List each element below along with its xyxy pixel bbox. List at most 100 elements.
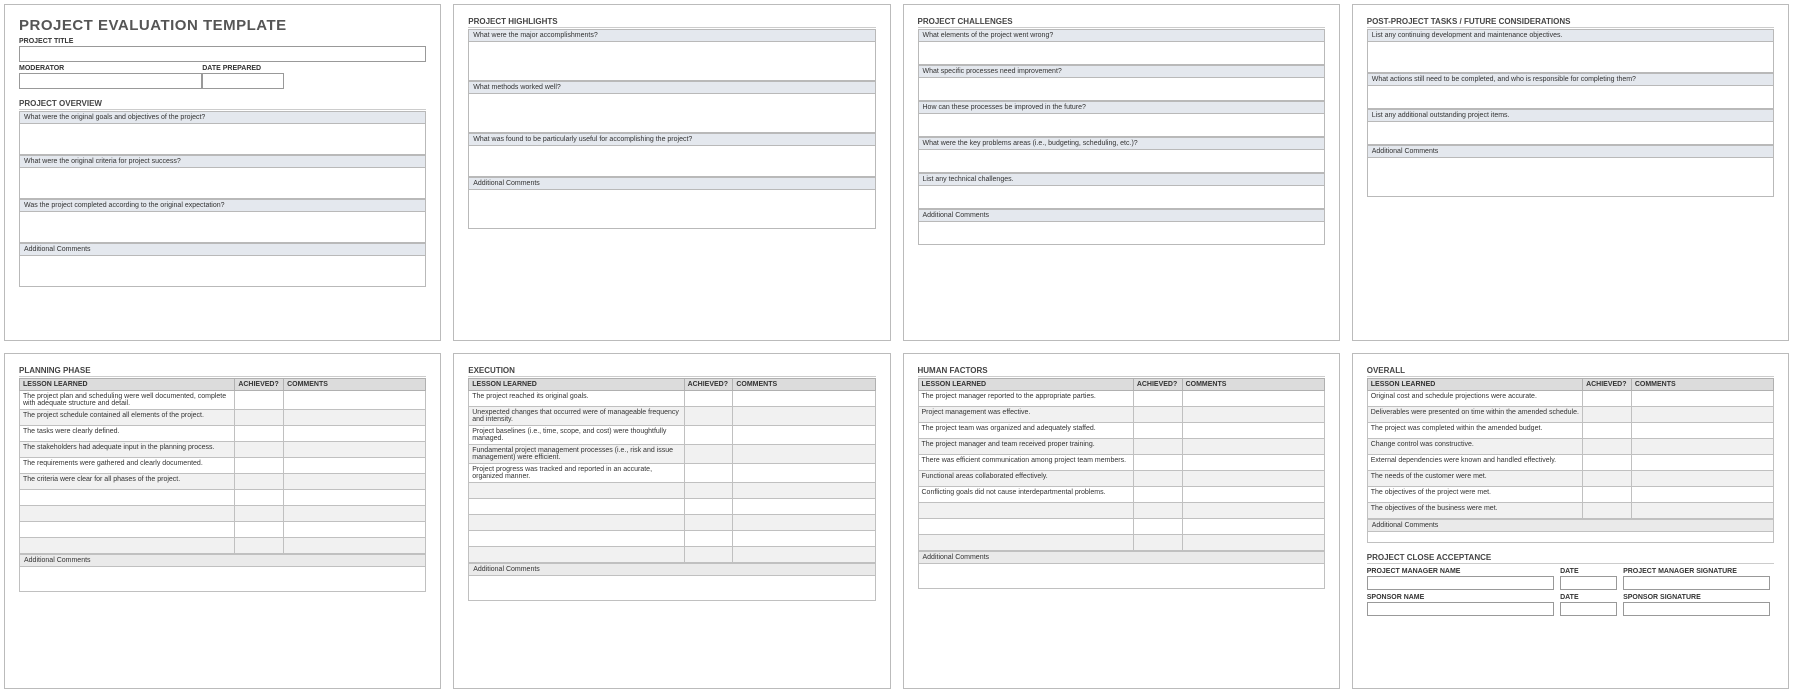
- challenges-q3-body[interactable]: [919, 114, 1324, 136]
- overview-q2-body[interactable]: [20, 168, 425, 198]
- achieved-cell[interactable]: [235, 441, 284, 457]
- moderator-input[interactable]: [19, 73, 202, 89]
- comments-cell[interactable]: [284, 425, 426, 441]
- project-title-input[interactable]: [19, 46, 426, 62]
- comments-cell[interactable]: [1182, 390, 1324, 406]
- achieved-cell[interactable]: [235, 390, 284, 409]
- comments-cell[interactable]: [284, 537, 426, 553]
- comments-cell[interactable]: [733, 463, 875, 482]
- comments-cell[interactable]: [733, 514, 875, 530]
- comments-cell[interactable]: [733, 406, 875, 425]
- comments-cell[interactable]: [284, 521, 426, 537]
- comments-cell[interactable]: [1631, 438, 1773, 454]
- highlights-q3-body[interactable]: [469, 146, 874, 176]
- comments-cell[interactable]: [1631, 486, 1773, 502]
- achieved-cell[interactable]: [1583, 422, 1632, 438]
- achieved-cell[interactable]: [1583, 406, 1632, 422]
- pm-name-input[interactable]: [1367, 576, 1554, 590]
- postproject-q1-body[interactable]: [1368, 42, 1773, 72]
- comments-cell[interactable]: [1182, 454, 1324, 470]
- comments-cell[interactable]: [733, 482, 875, 498]
- comments-cell[interactable]: [733, 390, 875, 406]
- achieved-cell[interactable]: [235, 457, 284, 473]
- overview-q1-body[interactable]: [20, 124, 425, 154]
- achieved-cell[interactable]: [684, 482, 733, 498]
- date-prepared-input[interactable]: [202, 73, 283, 89]
- achieved-cell[interactable]: [1133, 454, 1182, 470]
- comments-cell[interactable]: [733, 530, 875, 546]
- achieved-cell[interactable]: [1583, 502, 1632, 518]
- human-ac-body[interactable]: [918, 563, 1325, 589]
- comments-cell[interactable]: [284, 489, 426, 505]
- comments-cell[interactable]: [1631, 470, 1773, 486]
- comments-cell[interactable]: [284, 505, 426, 521]
- sponsor-sig-input[interactable]: [1623, 602, 1770, 616]
- challenges-q4-body[interactable]: [919, 150, 1324, 172]
- achieved-cell[interactable]: [1133, 534, 1182, 550]
- postproject-q2-body[interactable]: [1368, 86, 1773, 108]
- pm-sig-input[interactable]: [1623, 576, 1770, 590]
- pm-date-input[interactable]: [1560, 576, 1617, 590]
- overview-ac-body[interactable]: [20, 256, 425, 286]
- comments-cell[interactable]: [1182, 422, 1324, 438]
- comments-cell[interactable]: [1631, 454, 1773, 470]
- comments-cell[interactable]: [1631, 406, 1773, 422]
- overall-ac-body[interactable]: [1367, 531, 1774, 543]
- achieved-cell[interactable]: [1133, 518, 1182, 534]
- achieved-cell[interactable]: [235, 521, 284, 537]
- achieved-cell[interactable]: [1133, 422, 1182, 438]
- achieved-cell[interactable]: [235, 489, 284, 505]
- challenges-q5-body[interactable]: [919, 186, 1324, 208]
- comments-cell[interactable]: [1182, 438, 1324, 454]
- comments-cell[interactable]: [1182, 486, 1324, 502]
- postproject-ac-body[interactable]: [1368, 158, 1773, 196]
- achieved-cell[interactable]: [684, 530, 733, 546]
- comments-cell[interactable]: [1182, 406, 1324, 422]
- comments-cell[interactable]: [1631, 422, 1773, 438]
- achieved-cell[interactable]: [235, 505, 284, 521]
- achieved-cell[interactable]: [235, 425, 284, 441]
- comments-cell[interactable]: [284, 473, 426, 489]
- achieved-cell[interactable]: [235, 473, 284, 489]
- comments-cell[interactable]: [1631, 390, 1773, 406]
- highlights-ac-body[interactable]: [469, 190, 874, 228]
- highlights-q1-body[interactable]: [469, 42, 874, 80]
- challenges-q1-body[interactable]: [919, 42, 1324, 64]
- achieved-cell[interactable]: [1583, 470, 1632, 486]
- execution-ac-body[interactable]: [468, 575, 875, 601]
- comments-cell[interactable]: [733, 425, 875, 444]
- comments-cell[interactable]: [284, 457, 426, 473]
- comments-cell[interactable]: [284, 441, 426, 457]
- overview-q3-body[interactable]: [20, 212, 425, 242]
- achieved-cell[interactable]: [235, 537, 284, 553]
- comments-cell[interactable]: [1182, 534, 1324, 550]
- achieved-cell[interactable]: [1133, 390, 1182, 406]
- comments-cell[interactable]: [1182, 518, 1324, 534]
- achieved-cell[interactable]: [684, 425, 733, 444]
- achieved-cell[interactable]: [684, 444, 733, 463]
- achieved-cell[interactable]: [1133, 502, 1182, 518]
- comments-cell[interactable]: [1631, 502, 1773, 518]
- comments-cell[interactable]: [284, 409, 426, 425]
- achieved-cell[interactable]: [1583, 390, 1632, 406]
- achieved-cell[interactable]: [1583, 438, 1632, 454]
- comments-cell[interactable]: [733, 498, 875, 514]
- postproject-q3-body[interactable]: [1368, 122, 1773, 144]
- achieved-cell[interactable]: [684, 514, 733, 530]
- achieved-cell[interactable]: [684, 406, 733, 425]
- achieved-cell[interactable]: [1133, 438, 1182, 454]
- comments-cell[interactable]: [1182, 470, 1324, 486]
- planning-ac-body[interactable]: [19, 566, 426, 592]
- challenges-q2-body[interactable]: [919, 78, 1324, 100]
- achieved-cell[interactable]: [1133, 486, 1182, 502]
- achieved-cell[interactable]: [1583, 486, 1632, 502]
- comments-cell[interactable]: [1182, 502, 1324, 518]
- achieved-cell[interactable]: [1133, 470, 1182, 486]
- comments-cell[interactable]: [733, 546, 875, 562]
- sponsor-date-input[interactable]: [1560, 602, 1617, 616]
- challenges-ac-body[interactable]: [919, 222, 1324, 244]
- comments-cell[interactable]: [284, 390, 426, 409]
- achieved-cell[interactable]: [235, 409, 284, 425]
- comments-cell[interactable]: [733, 444, 875, 463]
- achieved-cell[interactable]: [1133, 406, 1182, 422]
